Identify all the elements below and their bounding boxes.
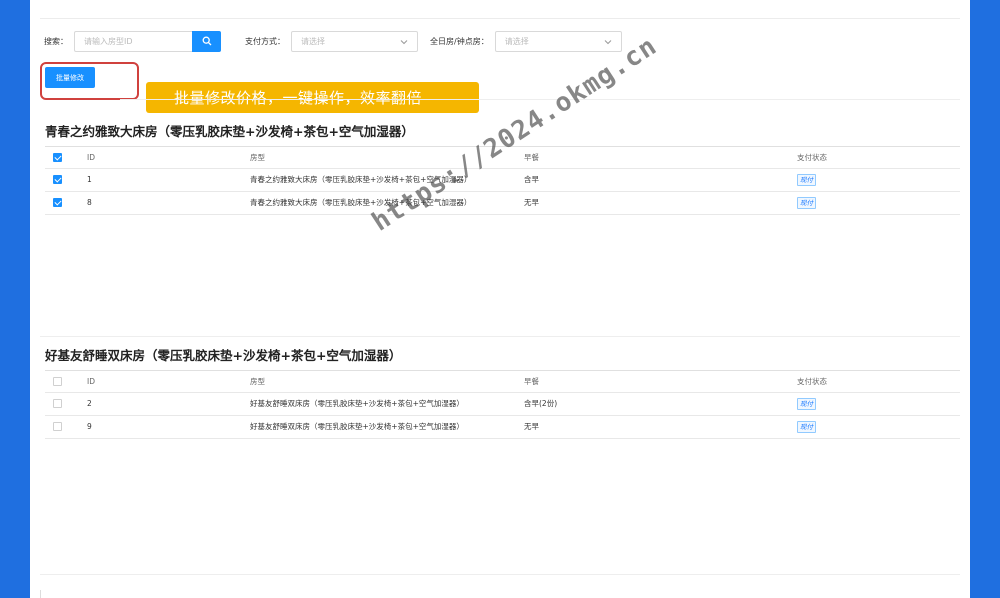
table-row: 1 青春之约雅致大床房（零压乳胶床垫+沙发椅+茶包+空气加湿器） 含早 现付 — [45, 169, 960, 192]
payment-select-placeholder: 请选择 — [301, 36, 325, 46]
payment-status-tag: 现付 — [797, 421, 816, 433]
row-breakfast: 含早(2份) — [524, 399, 558, 408]
row-room-type: 好基友舒睡双床房（零压乳胶床垫+沙发椅+茶包+空气加湿器） — [250, 399, 464, 408]
row-id: 2 — [87, 399, 92, 408]
row-id: 8 — [87, 198, 92, 207]
row-room-type: 好基友舒睡双床房（零压乳胶床垫+沙发椅+茶包+空气加湿器） — [250, 422, 464, 431]
table-row: 8 青春之约雅致大床房（零压乳胶床垫+沙发椅+茶包+空气加湿器） 无早 现付 — [45, 192, 960, 215]
divider — [40, 336, 960, 337]
search-icon — [202, 36, 211, 46]
main-panel: 搜索： 请输入房型ID 支付方式： 请选择 全日房/钟点房： 请选择 批量修改 … — [30, 0, 970, 598]
select-all-checkbox[interactable] — [53, 153, 62, 162]
column-header-id: ID — [87, 377, 95, 386]
row-checkbox[interactable] — [53, 198, 62, 207]
room-group-title: 好基友舒睡双床房（零压乳胶床垫+沙发椅+茶包+空气加湿器） — [45, 348, 402, 363]
row-checkbox[interactable] — [53, 422, 62, 431]
search-input[interactable]: 请输入房型ID — [74, 30, 192, 52]
search-button[interactable] — [192, 30, 221, 52]
payment-status-tag: 现付 — [797, 398, 816, 410]
callout-banner: 批量修改价格，一键操作，效率翻倍 — [146, 82, 479, 113]
column-header-id: ID — [87, 153, 95, 162]
row-id: 1 — [87, 175, 92, 184]
room-group-title: 青春之约雅致大床房（零压乳胶床垫+沙发椅+茶包+空气加湿器） — [45, 124, 414, 139]
filter-bar: 搜索： 请输入房型ID 支付方式： 请选择 全日房/钟点房： 请选择 — [44, 30, 634, 52]
highlight-box — [40, 62, 139, 100]
column-header-breakfast: 早餐 — [524, 377, 539, 386]
column-header-room-type: 房型 — [250, 153, 265, 162]
divider — [40, 590, 41, 598]
column-header-payment-status: 支付状态 — [797, 153, 827, 162]
chevron-down-icon — [400, 39, 408, 44]
divider — [40, 18, 960, 19]
room-mode-label: 全日房/钟点房： — [430, 36, 489, 46]
row-breakfast: 无早 — [524, 422, 539, 431]
column-header-payment-status: 支付状态 — [797, 377, 827, 386]
row-checkbox[interactable] — [53, 399, 62, 408]
room-mode-select-placeholder: 请选择 — [504, 36, 529, 46]
table-header-row: ID 房型 早餐 支付状态 — [45, 370, 960, 393]
chevron-down-icon — [604, 39, 612, 44]
column-header-breakfast: 早餐 — [524, 153, 539, 162]
table-row: 9 好基友舒睡双床房（零压乳胶床垫+沙发椅+茶包+空气加湿器） 无早 现付 — [45, 416, 960, 439]
payment-status-tag: 现付 — [797, 197, 816, 209]
row-id: 9 — [87, 422, 92, 431]
row-checkbox[interactable] — [53, 175, 62, 184]
payment-label: 支付方式： — [245, 36, 285, 46]
search-label: 搜索： — [44, 36, 68, 46]
select-all-checkbox[interactable] — [53, 377, 62, 386]
room-table: ID 房型 早餐 支付状态 2 好基友舒睡双床房（零压乳胶床垫+沙发椅+茶包+空… — [45, 370, 960, 439]
row-breakfast: 无早 — [524, 198, 539, 207]
payment-select[interactable]: 请选择 — [291, 30, 418, 52]
column-header-room-type: 房型 — [250, 377, 265, 386]
divider — [40, 574, 960, 575]
room-mode-select[interactable]: 请选择 — [494, 30, 622, 52]
table-row: 2 好基友舒睡双床房（零压乳胶床垫+沙发椅+茶包+空气加湿器） 含早(2份) 现… — [45, 393, 960, 416]
row-breakfast: 含早 — [524, 175, 539, 184]
payment-status-tag: 现付 — [797, 174, 816, 186]
